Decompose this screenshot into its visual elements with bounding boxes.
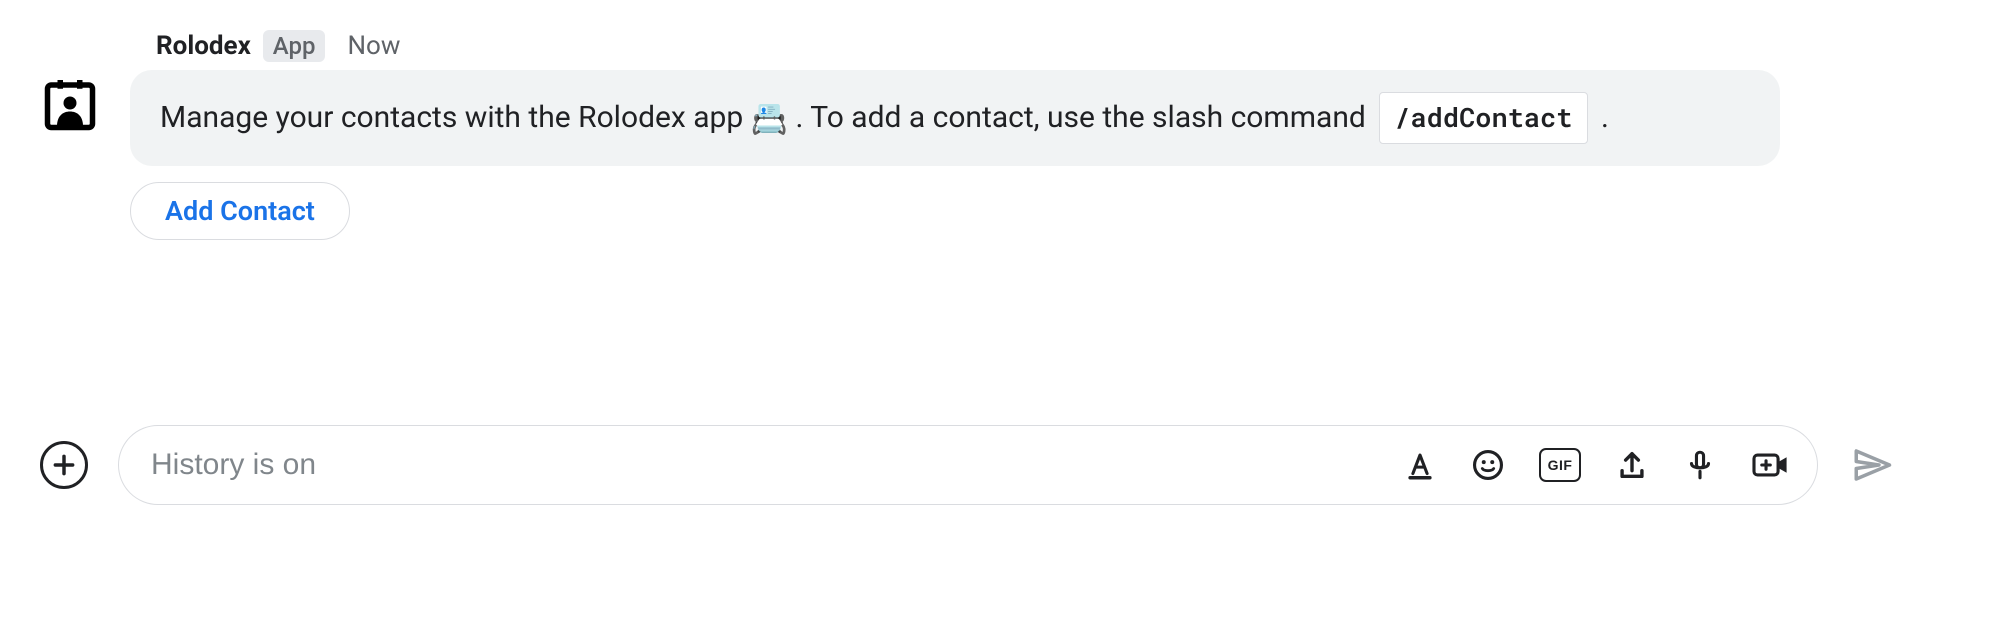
- plus-icon: [51, 452, 77, 478]
- message-text-2: . To add a contact, use the slash comman…: [796, 100, 1374, 135]
- format-text-button[interactable]: [1403, 448, 1437, 482]
- emoji-button[interactable]: [1471, 448, 1505, 482]
- sender-name: Rolodex: [156, 31, 251, 61]
- message-text-3: .: [1601, 100, 1609, 135]
- send-icon: [1851, 444, 1893, 486]
- message-input[interactable]: [149, 447, 1393, 483]
- gif-button[interactable]: GIF: [1539, 448, 1581, 482]
- message-timestamp: Now: [347, 31, 400, 61]
- app-badge: App: [263, 30, 326, 62]
- rolodex-emoji: 📇: [751, 102, 788, 137]
- message-row: Rolodex App Now Manage your contacts wit…: [40, 30, 1964, 240]
- contact-card-icon: [40, 75, 100, 135]
- upload-icon: [1615, 448, 1649, 482]
- voice-message-button[interactable]: [1683, 448, 1717, 482]
- app-avatar: [40, 75, 100, 135]
- video-meeting-button[interactable]: [1751, 448, 1791, 482]
- add-attachment-button[interactable]: [40, 441, 88, 489]
- gif-label: GIF: [1548, 457, 1573, 473]
- video-plus-icon: [1751, 448, 1791, 482]
- message-header: Rolodex App Now: [130, 30, 1964, 70]
- smile-icon: [1471, 448, 1505, 482]
- microphone-icon: [1683, 448, 1717, 482]
- slash-command-code: /addContact: [1379, 92, 1587, 144]
- message-bubble: Manage your contacts with the Rolodex ap…: [130, 70, 1780, 166]
- send-button[interactable]: [1848, 441, 1896, 489]
- message-composer[interactable]: GIF: [118, 425, 1818, 505]
- upload-button[interactable]: [1615, 448, 1649, 482]
- message-text-1: Manage your contacts with the Rolodex ap…: [160, 100, 751, 135]
- text-format-icon: [1403, 448, 1437, 482]
- add-contact-button[interactable]: Add Contact: [130, 182, 350, 240]
